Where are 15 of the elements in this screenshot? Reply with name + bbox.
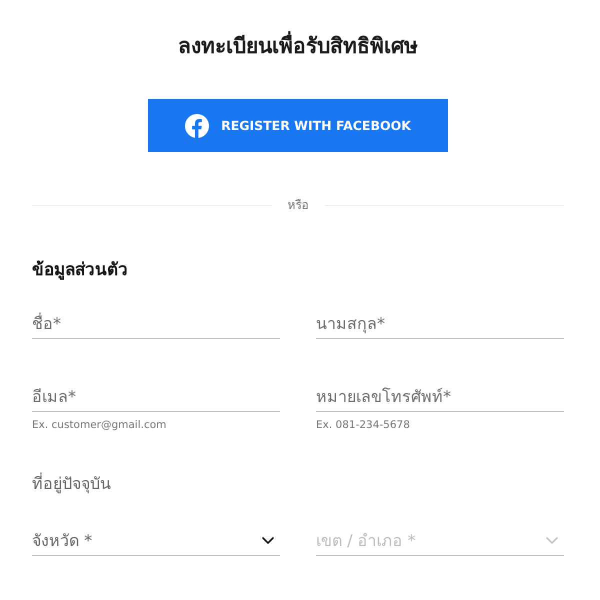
field-hint: Ex. customer@gmail.com xyxy=(32,418,166,432)
input-field[interactable]: ชื่อ* xyxy=(32,308,280,339)
chevron-down-icon xyxy=(546,536,558,544)
field-hint: Ex. 081-234-5678 xyxy=(316,418,410,432)
input-field[interactable]: หมายเลขโทรศัพท์* xyxy=(316,381,564,412)
dropdown-field[interactable]: จังหวัด * xyxy=(32,525,280,556)
input-field[interactable]: อีเมล* xyxy=(32,381,280,412)
page-title: ลงทะเบียนเพื่อรับสิทธิพิเศษ xyxy=(32,30,564,62)
chevron-down-icon xyxy=(262,536,274,544)
divider-label: หรือ xyxy=(286,197,310,214)
facebook-logo-icon xyxy=(185,114,210,138)
section-heading: ข้อมูลส่วนตัว xyxy=(32,259,129,282)
register-with-facebook-button[interactable]: REGISTER WITH FACEBOOK xyxy=(148,99,448,152)
input-field[interactable]: นามสกุล* xyxy=(316,308,564,339)
section-heading: ที่อยู่ปัจจุบัน xyxy=(32,472,112,496)
